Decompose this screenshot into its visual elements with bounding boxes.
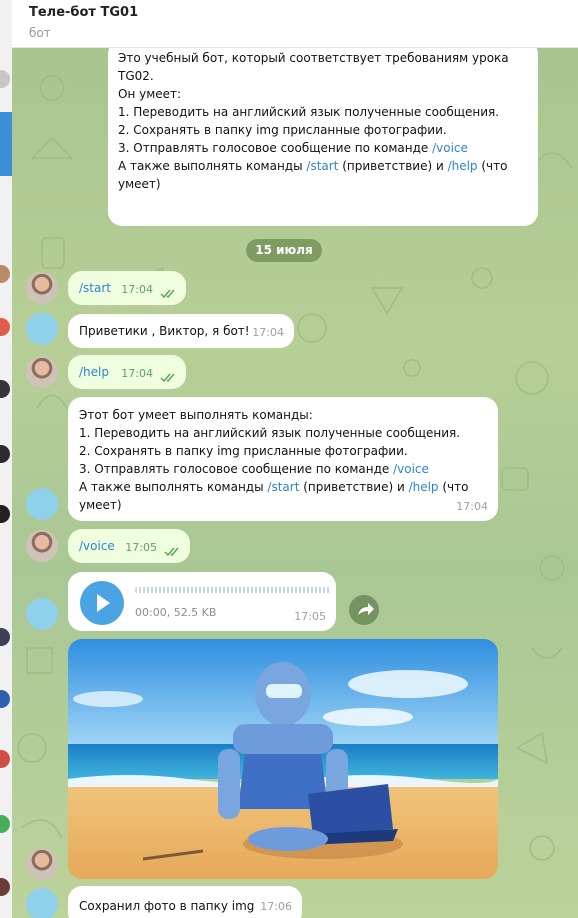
intro-text: А также выполнять команды [118,159,307,173]
user-avatar[interactable] [26,848,58,880]
message-time: 17:04 [456,500,488,513]
intro-line: TG02. [118,69,154,83]
chat-list-avatar[interactable] [0,690,10,708]
help-command-link[interactable]: /help [448,159,478,173]
chat-title: Теле-бот TG01 [29,5,139,20]
reply-line: 3. Отправлять голосовое сообщение по ком… [79,462,394,476]
double-check-icon [160,373,175,383]
reply-text: А также выполнять команды [79,480,268,494]
chat-list-avatar[interactable] [0,380,10,398]
outgoing-message-voice[interactable]: /voice 17:05 [68,529,190,563]
audio-meta: 00:00, 52.5 KB [135,606,217,619]
intro-line: Он умеет: [118,87,182,101]
intro-line: умеет) [118,177,161,191]
intro-line: 3. Отправлять голосовое сообщение по ком… [118,141,433,155]
audio-waveform[interactable] [135,587,331,593]
message-time: 17:04 [121,283,153,296]
intro-line: 2. Сохранять в папку img присланные фото… [118,123,447,137]
date-divider: 15 июля [246,239,322,262]
message-time: 17:05 [294,610,326,623]
intro-line: 1. Переводить на английский язык получен… [118,105,500,119]
bot-avatar[interactable] [26,888,58,918]
user-avatar[interactable] [26,530,58,562]
message-time: 17:05 [125,541,157,554]
message-text[interactable]: /voice [79,537,115,555]
message-text: Сохранил фото в папку img [79,899,255,913]
selected-chat-indicator [0,112,12,176]
voice-command-link[interactable]: /voice [393,462,429,476]
forward-icon[interactable] [349,595,379,625]
bot-avatar[interactable] [26,598,58,630]
message-area[interactable]: Это учебный бот, который соответствует т… [12,48,578,918]
chat-list-strip [0,0,12,918]
chat-header[interactable]: Теле-бот TG01 бот [12,0,578,48]
user-avatar[interactable] [26,356,58,388]
play-icon[interactable] [80,581,124,625]
chat-list-avatar[interactable] [0,70,10,88]
incoming-message-saved[interactable]: Сохранил фото в папку img 17:06 [68,886,302,918]
bot-intro-message[interactable]: Это учебный бот, который соответствует т… [108,48,538,226]
message-text[interactable]: /help [79,363,109,381]
intro-text: (что [477,159,508,173]
double-check-icon [164,547,179,557]
incoming-audio-message[interactable]: 00:00, 52.5 KB 17:05 [68,572,336,631]
start-command-link[interactable]: /start [267,480,299,494]
bot-avatar[interactable] [26,313,58,345]
reply-text: (что [438,480,469,494]
outgoing-message-start[interactable]: /start 17:04 [68,271,186,305]
chat-list-avatar[interactable] [0,750,10,768]
help-command-link[interactable]: /help [409,480,439,494]
reply-line: умеет) [79,498,122,512]
chat-list-avatar[interactable] [0,318,10,336]
chat-list-avatar[interactable] [0,628,10,646]
message-time: 17:04 [121,367,153,380]
robot-beach-photo[interactable] [68,639,498,879]
outgoing-message-help[interactable]: /help 17:04 [68,355,186,389]
chat-list-avatar[interactable] [0,505,10,523]
message-time: 17:04 [252,326,284,339]
reply-text: (приветствие) и [299,480,409,494]
chat-list-avatar[interactable] [0,815,10,833]
user-avatar[interactable] [26,272,58,304]
reply-line: 1. Переводить на английский язык получен… [79,426,461,440]
reply-line: 2. Сохранять в папку img присланные фото… [79,444,408,458]
intro-text: (приветствие) и [338,159,448,173]
voice-command-link[interactable]: /voice [432,141,468,155]
double-check-icon [160,289,175,299]
bot-avatar[interactable] [26,488,58,520]
intro-line: Это учебный бот, который соответствует т… [118,51,509,65]
incoming-message-greeting[interactable]: Приветики , Виктор, я бот! 17:04 [68,314,294,348]
incoming-message-help-reply[interactable]: Этот бот умеет выполнять команды: 1. Пер… [68,397,498,521]
chat-subtitle: бот [29,26,51,40]
message-text: Приветики , Виктор, я бот! [79,324,250,338]
reply-line: Этот бот умеет выполнять команды: [79,408,313,422]
message-time: 17:06 [260,900,292,913]
chat-list-avatar[interactable] [0,878,10,896]
chat-list-avatar[interactable] [0,265,10,283]
chat-list-avatar[interactable] [0,445,10,463]
message-text[interactable]: /start [79,279,111,297]
start-command-link[interactable]: /start [306,159,338,173]
